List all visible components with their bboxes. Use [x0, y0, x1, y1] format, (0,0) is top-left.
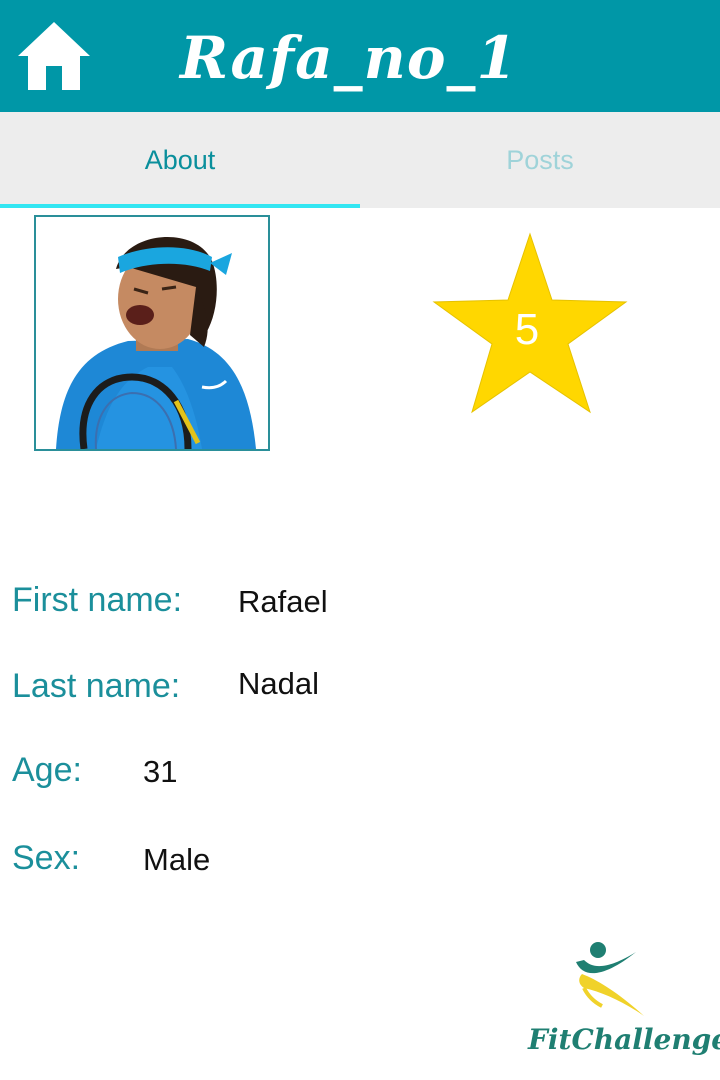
brand-logo: FitChallenger	[528, 936, 720, 1066]
tab-bar: About Posts	[0, 112, 720, 208]
app-bar: Rafa_no_1	[0, 0, 720, 112]
last-name-label: Last name:	[12, 667, 181, 705]
fitchallenger-logo-icon	[576, 942, 644, 1016]
tab-about[interactable]: About	[0, 112, 360, 208]
home-icon	[18, 22, 90, 90]
first-name-label: First name:	[12, 581, 183, 619]
home-button[interactable]	[16, 20, 92, 92]
age-value: 31	[143, 754, 178, 789]
page-title: Rafa_no_1	[180, 24, 518, 92]
profile-photo	[34, 215, 270, 451]
first-name-value: Rafael	[238, 584, 328, 619]
sex-value: Male	[143, 842, 211, 877]
brand-name: FitChallenger	[528, 1023, 720, 1056]
sex-label: Sex:	[12, 839, 81, 877]
rating-badge: 5	[432, 230, 628, 416]
age-label: Age:	[12, 751, 82, 789]
tab-posts[interactable]: Posts	[360, 112, 720, 208]
last-name-value: Nadal	[238, 666, 319, 701]
rating-value: 5	[514, 305, 540, 354]
active-tab-indicator	[0, 204, 360, 208]
